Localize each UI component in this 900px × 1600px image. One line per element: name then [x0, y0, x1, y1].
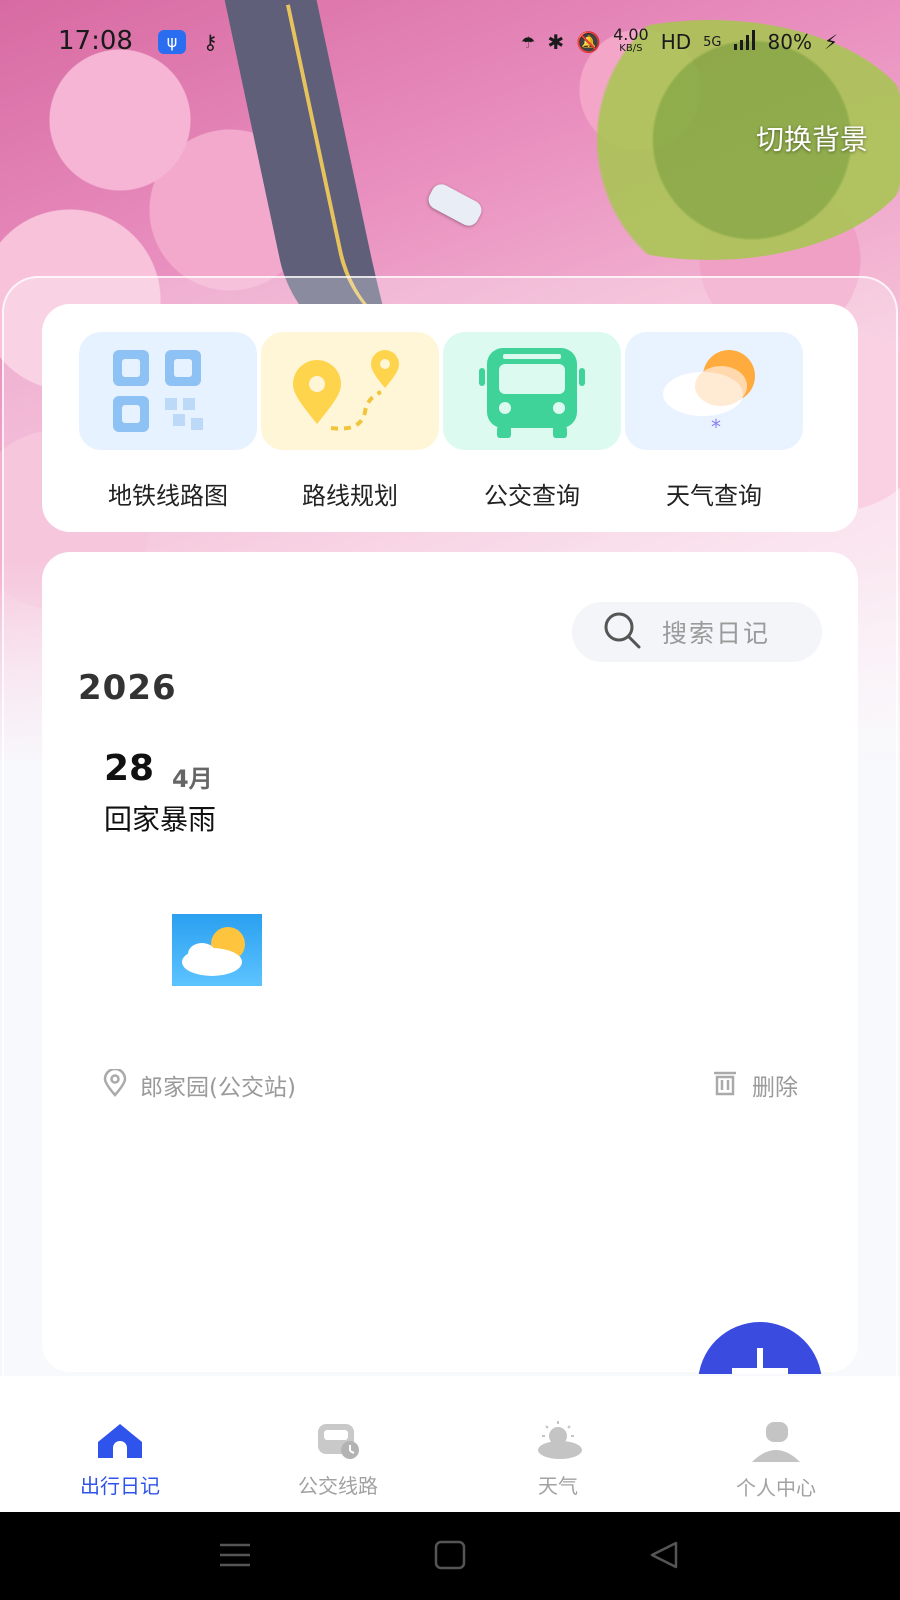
search-placeholder: 搜索日记 — [662, 619, 771, 648]
add-entry-button[interactable] — [698, 1322, 822, 1374]
location-text: 郎家园(公交站) — [140, 1075, 296, 1101]
back-triangle-icon[interactable] — [648, 1540, 680, 1574]
entry-weather-image[interactable] — [172, 914, 262, 986]
home-square-icon[interactable] — [434, 1540, 466, 1574]
qr-code-icon — [79, 332, 257, 450]
quick-item-route-planning[interactable]: 路线规划 — [260, 332, 440, 512]
signal-bars-icon — [733, 29, 756, 55]
status-bar: 17:08 ψ ⚷ ☂ ✱ 🔕 4.00 KB/S HD 5G 80% ⚡ — [0, 22, 900, 62]
signal-label: 5G — [703, 34, 722, 50]
entry-month: 4月 — [172, 765, 213, 793]
entry-title[interactable]: 回家暴雨 — [104, 798, 216, 838]
quick-label: 地铁线路图 — [108, 482, 228, 510]
search-icon — [602, 610, 642, 654]
nav-item-profile[interactable]: 个人中心 — [696, 1420, 856, 1501]
usb-icon: ψ — [158, 30, 186, 54]
bluetooth-icon: ✱ — [547, 30, 565, 54]
bus-icon — [443, 332, 621, 450]
bus-route-icon — [312, 1424, 364, 1464]
quick-item-bus-query[interactable]: 公交查询 — [442, 332, 622, 512]
delete-entry-button[interactable]: 删除 — [712, 1068, 798, 1102]
quick-item-metro-map[interactable]: 地铁线路图 — [78, 332, 258, 512]
location-pin-icon — [102, 1067, 128, 1101]
nav-label: 出行日记 — [80, 1474, 160, 1498]
battery-level: 80% — [767, 30, 812, 54]
quick-menu-card: 地铁线路图 路线规划 公交查询 * 天气查询 — [42, 304, 858, 532]
quick-label: 公交查询 — [484, 482, 580, 510]
nav-item-travel-diary[interactable]: 出行日记 — [40, 1420, 200, 1499]
menu-icon[interactable] — [218, 1542, 252, 1572]
net-speed-unit: KB/S — [619, 43, 643, 54]
vpn-key-icon: ⚷ — [203, 30, 218, 54]
status-time: 17:08 — [58, 26, 133, 56]
home-icon — [94, 1424, 146, 1464]
delete-label: 删除 — [752, 1075, 798, 1101]
svg-text:*: * — [711, 415, 721, 439]
switch-background-button[interactable]: 切换背景 — [756, 118, 868, 158]
weather-snow-icon: * — [625, 332, 803, 450]
diary-year: 2026 — [78, 668, 177, 708]
quick-label: 路线规划 — [302, 482, 398, 510]
diary-search-input[interactable]: 搜索日记 — [572, 602, 822, 662]
nav-label: 天气 — [538, 1474, 578, 1498]
nav-label: 公交线路 — [298, 1474, 378, 1498]
quick-item-weather-query[interactable]: * 天气查询 — [624, 332, 804, 512]
entry-location: 郎家园(公交站) — [102, 1067, 296, 1102]
nav-item-weather[interactable]: 天气 — [478, 1420, 638, 1499]
net-speed: 4.00 KB/S — [613, 25, 649, 56]
trash-icon — [712, 1069, 738, 1101]
route-pin-icon — [261, 332, 439, 450]
diary-card: 搜索日记 2026 28 4月 回家暴雨 郎家园(公交站) 删除 — [42, 552, 858, 1372]
vpn-icon: ☂ — [521, 32, 536, 52]
quick-label: 天气查询 — [666, 482, 762, 510]
user-icon — [750, 1422, 802, 1466]
hd-label: HD — [660, 30, 692, 54]
entry-day: 28 — [104, 748, 155, 789]
mute-bell-icon: 🔕 — [576, 30, 602, 54]
status-right-group: ☂ ✱ 🔕 4.00 KB/S HD 5G 80% ⚡ — [521, 25, 838, 56]
weather-icon — [530, 1421, 586, 1464]
charging-icon: ⚡ — [823, 30, 838, 54]
system-nav-bar — [0, 1512, 900, 1600]
nav-item-bus-routes[interactable]: 公交线路 — [258, 1420, 418, 1499]
bottom-nav: 出行日记 公交线路 天气 个人中心 — [0, 1376, 900, 1512]
net-speed-value: 4.00 — [613, 25, 649, 44]
nav-label: 个人中心 — [736, 1476, 816, 1500]
